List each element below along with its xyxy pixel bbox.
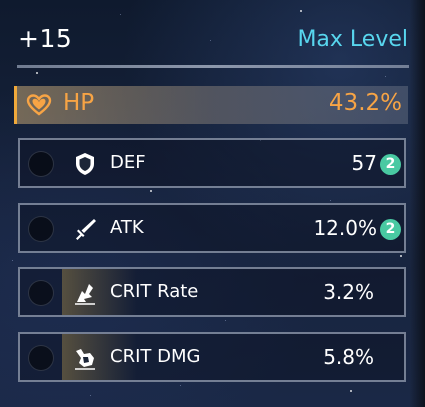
main-stat-name: HP [63, 90, 95, 116]
sub-stat-name: CRIT DMG [110, 346, 201, 367]
sub-stat-crit-dmg[interactable]: CRIT DMG 5.8% [18, 332, 406, 382]
max-level-label: Max Level [297, 27, 408, 52]
sub-stat-value: 12.0% [313, 216, 377, 240]
lock-slot[interactable] [28, 151, 54, 177]
heart-icon [26, 94, 52, 116]
sub-stat-def[interactable]: DEF 57 2 [18, 138, 406, 188]
main-stat-row: HP 43.2% [14, 86, 408, 124]
sub-stat-name: CRIT Rate [110, 281, 199, 302]
level-divider [17, 65, 409, 68]
panel-edge [410, 0, 425, 407]
sub-stat-value: 5.8% [323, 345, 374, 369]
crit-dmg-icon [75, 349, 95, 370]
crit-rate-icon [75, 284, 95, 305]
roll-count-badge: 2 [380, 219, 401, 240]
sub-stat-name: DEF [110, 152, 146, 173]
shield-icon [76, 153, 94, 175]
lock-slot[interactable] [28, 345, 54, 371]
main-stat-accent-bar [14, 86, 17, 124]
sub-stat-atk[interactable]: ATK 12.0% 2 [18, 203, 406, 253]
lock-slot[interactable] [28, 280, 54, 306]
level-label: +15 [18, 24, 73, 53]
lock-slot[interactable] [28, 216, 54, 242]
sub-stat-value: 3.2% [323, 280, 374, 304]
roll-count-badge: 2 [380, 154, 401, 175]
main-stat-value: 43.2% [328, 90, 402, 116]
sub-stat-crit-rate[interactable]: CRIT Rate 3.2% [18, 267, 406, 317]
sub-stat-name: ATK [110, 217, 144, 238]
sword-icon [76, 219, 96, 240]
sub-stat-value: 57 [351, 151, 377, 175]
